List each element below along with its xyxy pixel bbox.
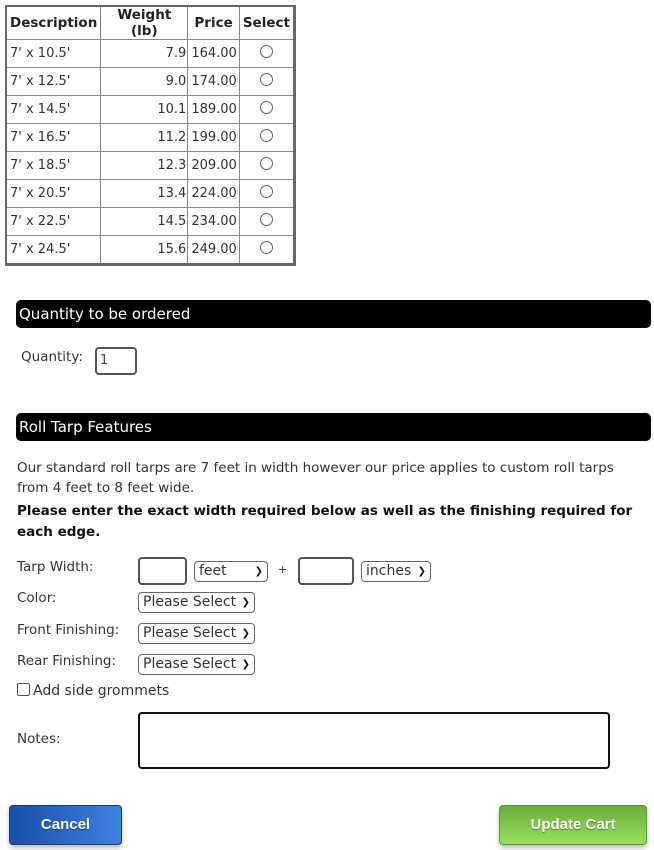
row-weight: 11.2	[100, 123, 189, 152]
color-label: Color:	[17, 590, 57, 606]
chevron-down-icon: ❯	[241, 597, 250, 608]
size-radio[interactable]	[259, 129, 273, 142]
table-row: 7' x 20.5' 13.4 224.00	[5, 179, 295, 208]
col-weight: Weight (lb)	[100, 5, 189, 40]
row-price: 199.00	[187, 123, 240, 152]
size-table: Description Weight (lb) Price Select 7' …	[5, 5, 296, 266]
col-select: Select	[238, 5, 295, 40]
table-header-row: Description Weight (lb) Price Select	[5, 5, 295, 40]
inches-unit-select[interactable]: inches ❯	[361, 561, 431, 582]
front-finishing-value: Please Select	[143, 625, 237, 641]
rear-finishing-select[interactable]: Please Select ❯	[138, 654, 255, 675]
row-weight: 12.3	[100, 151, 189, 180]
row-price: 164.00	[187, 39, 240, 68]
table-row: 7' x 16.5' 11.2 199.00	[5, 123, 295, 152]
row-select-cell	[238, 67, 295, 96]
row-description: 7' x 18.5'	[5, 151, 102, 180]
row-select-cell	[238, 179, 295, 208]
plus-sign: +	[278, 563, 288, 576]
table-row: 7' x 14.5' 10.1 189.00	[5, 95, 295, 124]
grommets-checkbox[interactable]	[17, 683, 30, 696]
row-price: 224.00	[187, 179, 240, 208]
color-select-value: Please Select	[143, 594, 237, 610]
row-weight: 9.0	[100, 67, 189, 96]
color-select[interactable]: Please Select ❯	[138, 592, 255, 613]
col-price: Price	[187, 5, 240, 40]
tarp-width-inches-input[interactable]	[298, 557, 354, 585]
row-price: 249.00	[187, 235, 240, 265]
row-weight: 15.6	[100, 235, 189, 265]
front-finishing-label: Front Finishing:	[17, 622, 120, 638]
quantity-label: Quantity:	[21, 349, 83, 365]
col-description: Description	[5, 5, 102, 40]
size-radio[interactable]	[259, 45, 273, 58]
size-radio[interactable]	[259, 157, 273, 170]
row-weight: 14.5	[100, 207, 189, 236]
size-radio[interactable]	[259, 213, 273, 226]
table-row: 7' x 22.5' 14.5 234.00	[5, 207, 295, 236]
row-description: 7' x 24.5'	[5, 235, 102, 265]
rear-finishing-value: Please Select	[143, 656, 237, 672]
row-price: 174.00	[187, 67, 240, 96]
features-section-header: Roll Tarp Features	[16, 413, 651, 441]
feet-unit-value: feet	[199, 563, 227, 579]
update-cart-button[interactable]: Update Cart	[499, 805, 647, 845]
row-select-cell	[238, 39, 295, 68]
features-intro: Our standard roll tarps are 7 feet in wi…	[17, 460, 614, 496]
chevron-down-icon: ❯	[241, 628, 250, 639]
row-select-cell	[238, 151, 295, 180]
table-row: 7' x 24.5' 15.6 249.00	[5, 235, 295, 265]
grommets-label[interactable]: Add side grommets	[33, 683, 169, 699]
size-radio[interactable]	[259, 241, 273, 254]
front-finishing-select[interactable]: Please Select ❯	[138, 623, 255, 644]
size-radio[interactable]	[259, 73, 273, 86]
feet-unit-select[interactable]: feet ❯	[194, 561, 268, 582]
quantity-section-header: Quantity to be ordered	[16, 300, 651, 328]
row-price: 189.00	[187, 95, 240, 124]
row-select-cell	[238, 207, 295, 236]
row-price: 209.00	[187, 151, 240, 180]
rear-finishing-label: Rear Finishing:	[17, 653, 117, 669]
features-instruction: Please enter the exact width required be…	[17, 503, 633, 540]
tarp-width-feet-input[interactable]	[138, 557, 187, 585]
row-description: 7' x 10.5'	[5, 39, 102, 68]
notes-textarea[interactable]	[138, 712, 610, 769]
table-row: 7' x 12.5' 9.0 174.00	[5, 67, 295, 96]
tarp-width-label: Tarp Width:	[17, 559, 94, 575]
row-description: 7' x 20.5'	[5, 179, 102, 208]
row-weight: 10.1	[100, 95, 189, 124]
row-description: 7' x 12.5'	[5, 67, 102, 96]
row-description: 7' x 22.5'	[5, 207, 102, 236]
row-weight: 7.9	[100, 39, 189, 68]
chevron-down-icon: ❯	[417, 566, 426, 577]
row-select-cell	[238, 123, 295, 152]
table-row: 7' x 18.5' 12.3 209.00	[5, 151, 295, 180]
row-price: 234.00	[187, 207, 240, 236]
row-description: 7' x 16.5'	[5, 123, 102, 152]
quantity-input[interactable]: 1	[95, 347, 137, 375]
row-weight: 13.4	[100, 179, 189, 208]
row-description: 7' x 14.5'	[5, 95, 102, 124]
chevron-down-icon: ❯	[254, 566, 263, 577]
row-select-cell	[238, 95, 295, 124]
size-radio[interactable]	[259, 185, 273, 198]
cancel-button[interactable]: Cancel	[9, 805, 122, 845]
notes-label: Notes:	[17, 731, 61, 747]
size-radio[interactable]	[259, 101, 273, 114]
inches-unit-value: inches	[366, 563, 412, 579]
chevron-down-icon: ❯	[241, 659, 250, 670]
row-select-cell	[238, 235, 295, 265]
table-row: 7' x 10.5' 7.9 164.00	[5, 39, 295, 68]
